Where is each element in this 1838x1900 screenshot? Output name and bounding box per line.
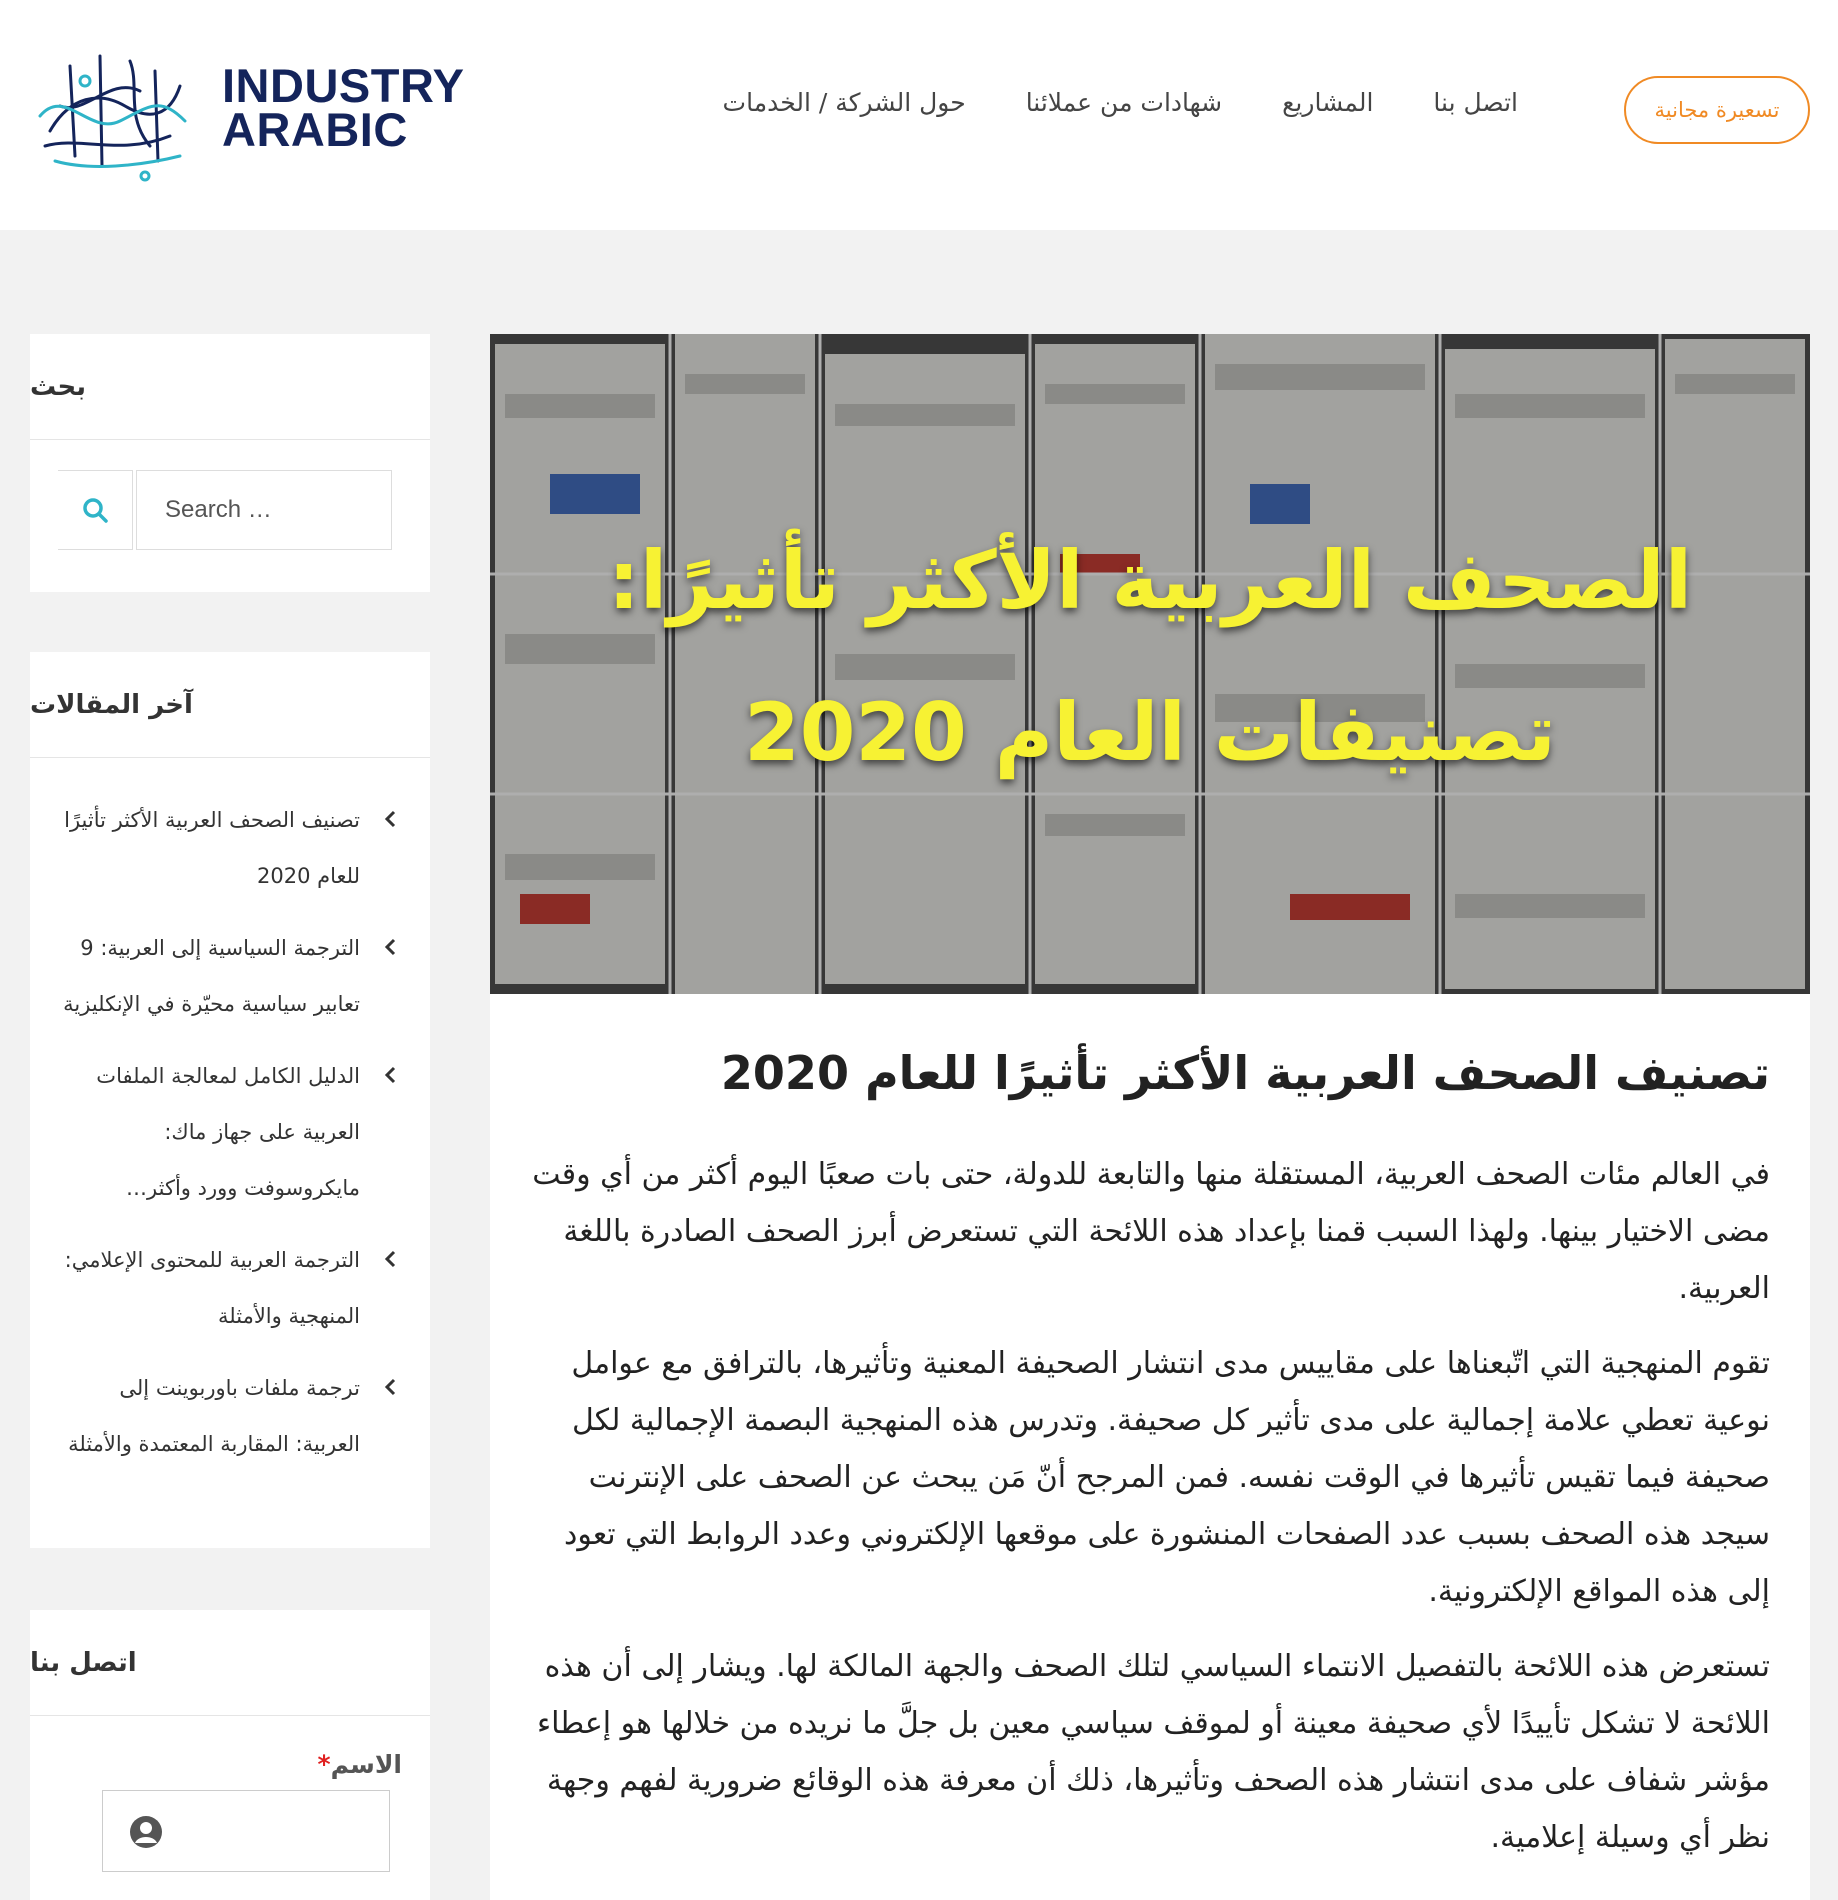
article-hero-image[interactable]: الصحف العربية الأكثر تأثيرًا: تصنيفات ال… [490,334,1810,994]
chevron-left-icon [384,1250,396,1268]
recent-post-item[interactable]: الترجمة العربية للمحتوى الإعلامي: المنهج… [62,1232,402,1344]
search-widget: بحث Search … [30,334,430,592]
contact-widget: اتصل بنا الاسم* [30,1610,430,1900]
hero-headline-line1: الصحف العربية الأكثر تأثيرًا: [607,534,1693,627]
site-logo[interactable]: INDUSTRY ARABIC [30,36,470,186]
logo-text-arabic: ARABIC [222,103,408,156]
required-mark: * [317,1750,331,1779]
recent-post-link[interactable]: تصنيف الصحف العربية الأكثر تأثيرًا للعام… [64,808,360,888]
recent-post-link[interactable]: الترجمة السياسية إلى العربية: 9 تعابير س… [63,936,360,1016]
recent-post-item[interactable]: ترجمة ملفات باوربوينت إلى العربية: المقا… [62,1360,402,1472]
recent-posts-title: آخر المقالات [30,652,430,758]
nav-projects[interactable]: المشاريع [1282,88,1373,117]
search-input[interactable]: Search … [136,470,392,550]
contact-widget-title: اتصل بنا [30,1610,430,1716]
article-body: في العالم مئات الصحف العربية، المستقلة م… [530,1146,1770,1884]
nav-contact[interactable]: اتصل بنا [1433,88,1518,117]
article-paragraph: في العالم مئات الصحف العربية، المستقلة م… [532,1157,1770,1306]
article-paragraph: تقوم المنهجية التي اتّبعناها على مقاييس … [563,1346,1770,1609]
recent-post-item[interactable]: الترجمة السياسية إلى العربية: 9 تعابير س… [62,920,402,1032]
nav-testimonials[interactable]: شهادات من عملائنا [1026,88,1222,117]
newspaper-rack-image [490,334,1810,994]
search-button[interactable] [58,470,133,550]
name-label-text: الاسم [330,1750,402,1779]
hero-headline-line2: تصنيفات العام 2020 [744,686,1556,779]
nav-about-services[interactable]: حول الشركة / الخدمات [723,88,966,117]
article-title: تصنيف الصحف العربية الأكثر تأثيرًا للعام… [720,1046,1770,1100]
site-header: INDUSTRY ARABIC حول الشركة / الخدمات شها… [0,0,1838,230]
logo-calligraphy-icon [38,54,187,182]
article-card: الصحف العربية الأكثر تأثيرًا: تصنيفات ال… [490,334,1810,1900]
main-nav: حول الشركة / الخدمات شهادات من عملائنا ا… [723,88,1518,117]
article-paragraph: تستعرض هذه اللائحة بالتفصيل الانتماء الس… [536,1649,1770,1855]
logo-wordmark: INDUSTRY ARABIC [222,59,465,156]
chevron-left-icon [384,938,396,956]
recent-post-item[interactable]: تصنيف الصحف العربية الأكثر تأثيرًا للعام… [62,792,402,904]
search-icon [83,498,108,523]
user-icon [130,1816,162,1848]
chevron-left-icon [384,810,396,828]
recent-posts-widget: آخر المقالات تصنيف الصحف العربية الأكثر … [30,652,430,1548]
name-field[interactable] [102,1790,390,1872]
recent-post-link[interactable]: الترجمة العربية للمحتوى الإعلامي: المنهج… [65,1248,360,1328]
search-widget-title: بحث [30,334,430,440]
chevron-left-icon [384,1066,396,1084]
search-form: Search … [58,470,392,550]
recent-post-link[interactable]: الدليل الكامل لمعالجة الملفات العربية عل… [96,1064,360,1200]
recent-post-link[interactable]: ترجمة ملفات باوربوينت إلى العربية: المقا… [68,1376,360,1456]
recent-post-item[interactable]: الدليل الكامل لمعالجة الملفات العربية عل… [62,1048,402,1216]
free-quote-button[interactable]: تسعيرة مجانية [1624,76,1810,144]
logo-text-industry: INDUSTRY [222,59,465,112]
recent-posts-list: تصنيف الصحف العربية الأكثر تأثيرًا للعام… [62,792,402,1488]
chevron-left-icon [384,1378,396,1396]
name-field-label: الاسم* [318,1750,402,1779]
